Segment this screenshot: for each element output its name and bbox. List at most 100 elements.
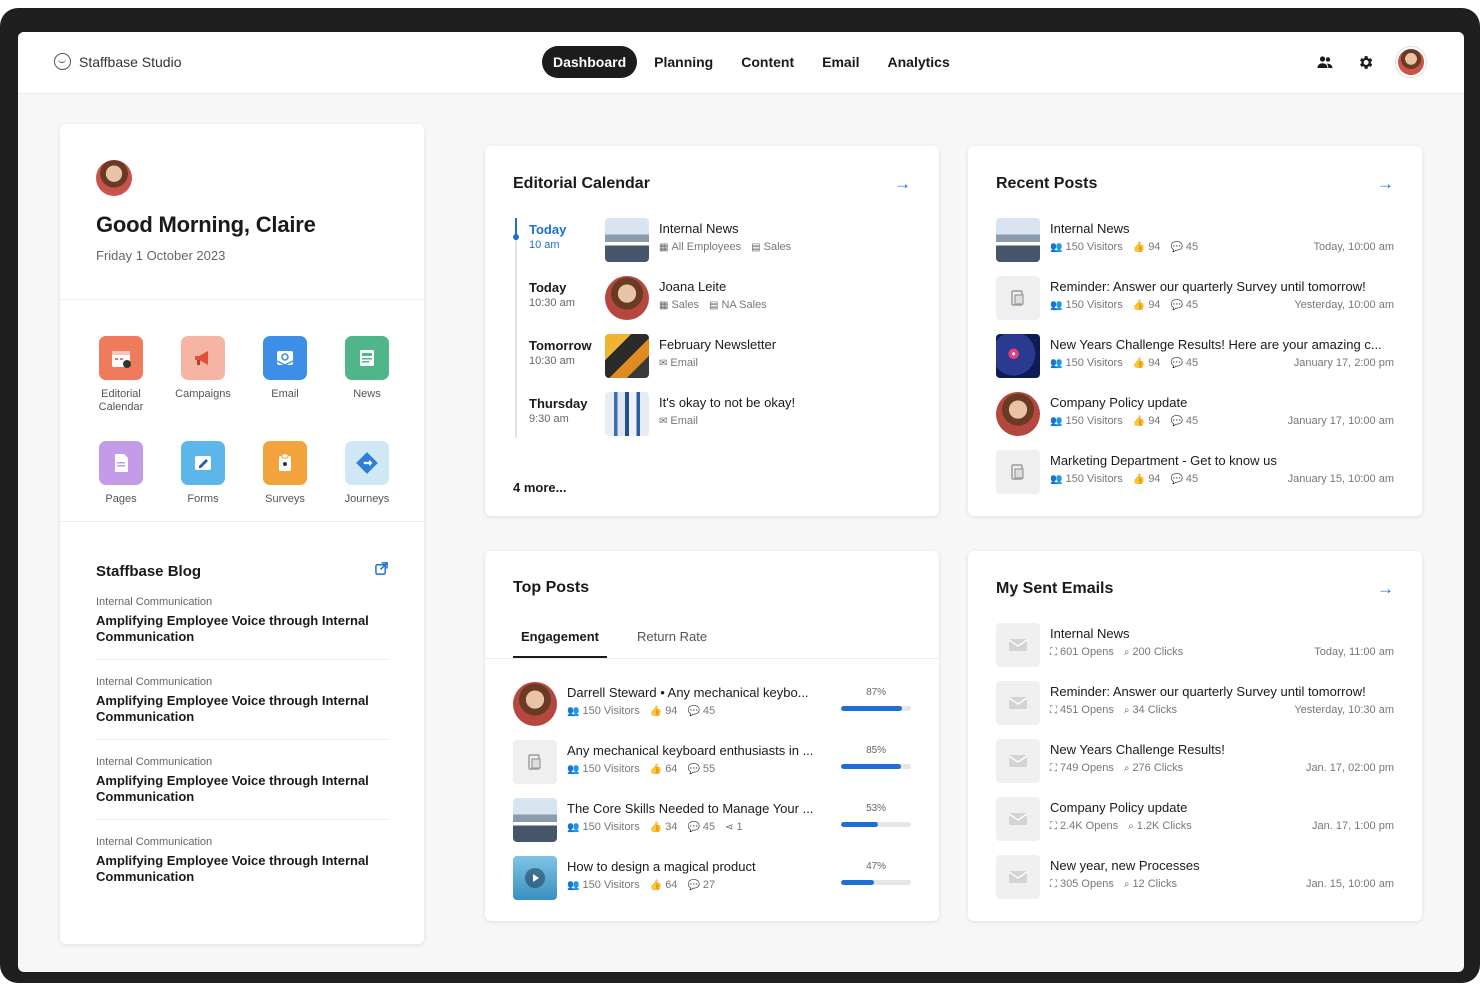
gear-icon[interactable] [1356,53,1374,71]
stat: 💬 45 [1170,299,1198,311]
top-post-item[interactable]: Darrell Steward • Any mechanical keybo..… [513,682,911,740]
recent-post-item[interactable]: Company Policy update 👥 150 Visitors 👍 94 💬 45… [996,392,1394,450]
sent-email-item[interactable]: Internal News ⛶ 601 Opens ⌕ 200 Clicks Today,… [996,623,1394,681]
main-nav: Dashboard Planning Content Email Analyti… [542,46,961,78]
stat-value: 150 Visitors [1065,415,1123,427]
top-post-item[interactable]: Any mechanical keyboard enthusiasts in .… [513,740,911,798]
more-link[interactable]: 4 more... [513,480,566,495]
stat-value: 94 [1148,415,1161,427]
post-stats: 👥 150 Visitors 👍 94 💬 45 [1050,357,1198,369]
stat-value: 150 Visitors [582,763,640,775]
editorial-item[interactable]: Thursday 9:30 am It's okay to not be oka… [529,392,929,450]
like-icon: 👍 [1132,473,1146,485]
email-stats: ⛶ 601 Opens ⌕ 200 Clicks [1050,646,1183,658]
blog-item[interactable]: Internal Communication Amplifying Employ… [96,820,388,899]
blog-item[interactable]: Internal Communication Amplifying Employ… [96,580,388,660]
user-avatar[interactable] [1396,47,1426,77]
post-thumbnail [513,856,557,900]
post-thumbnail [996,218,1040,262]
tab-return-rate[interactable]: Return Rate [629,627,715,658]
progress-fill [841,764,901,769]
like-icon: 👍 [1132,299,1146,311]
tab-engagement[interactable]: Engagement [513,627,608,658]
app-news[interactable]: News [326,336,408,429]
like-icon: 👍 [1132,241,1146,253]
top-post-item[interactable]: How to design a magical product 👥 150 Visi… [513,856,911,914]
progress-fill [841,822,879,827]
post-stats: 👥 150 Visitors 👍 94 💬 45 [1050,473,1198,485]
sent-email-item[interactable]: New year, new Processes ⛶ 305 Opens ⌕ 12 Cli… [996,855,1394,913]
recent-posts-card: Recent Posts → Internal News 👥 150 Visitor… [968,146,1422,516]
app-forms[interactable]: Forms [162,441,244,521]
recent-posts-list: Internal News 👥 150 Visitors 👍 94 💬 45 Today, 1… [996,218,1394,508]
stat: 👍 64 [650,763,678,775]
stat-value: 150 Visitors [1065,357,1123,369]
engagement-meter: 87% [841,682,911,711]
editorial-item[interactable]: Today 10:30 am Joana Leite ▦ Sales ▤ NA Sa… [529,276,929,334]
email-meta: ⛶ 601 Opens ⌕ 200 Clicks Today, 11:00 am [1050,646,1394,658]
stat-value: 150 Visitors [582,879,640,891]
app-surveys[interactable]: Surveys [244,441,326,521]
stat: 👍 94 [1133,241,1161,253]
clicks-icon: ⌕ [1123,878,1130,890]
brand[interactable]: Staffbase Studio [54,53,181,70]
sent-email-item[interactable]: Reminder: Answer our quarterly Survey un… [996,681,1394,739]
comment-icon: 💬 [1170,241,1183,253]
blog-item[interactable]: Internal Communication Amplifying Employ… [96,660,388,740]
recent-post-item[interactable]: Internal News 👥 150 Visitors 👍 94 💬 45 Today, 1… [996,218,1394,276]
nav-tab-analytics[interactable]: Analytics [877,46,961,78]
post-info: Any mechanical keyboard enthusiasts in .… [567,740,821,775]
engagement-percent: 53% [866,803,887,814]
sent-email-item[interactable]: New Years Challenge Results! ⛶ 749 Opens ⌕ 2… [996,739,1394,797]
blog-item[interactable]: Internal Communication Amplifying Employ… [96,740,388,820]
stat-value: 55 [702,763,716,775]
editorial-item-title: It's okay to not be okay! [659,395,796,410]
editorial-item-title: February Newsletter [659,337,777,352]
app-label: Email [271,388,299,400]
recent-post-item[interactable]: New Years Challenge Results! Here are yo… [996,334,1394,392]
sent-email-item[interactable]: Company Policy update ⛶ 2.4K Opens ⌕ 1.2K Cl… [996,797,1394,855]
nav-tab-email[interactable]: Email [811,46,870,78]
post-stats: 👥 150 Visitors 👍 94 💬 45 [567,705,821,717]
stat-value: 45 [1185,357,1199,369]
arrow-right-icon[interactable]: → [894,174,911,194]
stat-value: 749 Opens [1060,762,1114,774]
nav-tab-dashboard[interactable]: Dashboard [542,46,638,78]
app-editorial-calendar[interactable]: Editorial Calendar [80,336,162,429]
stat-value: 34 [665,821,678,833]
stat: ⛶ 305 Opens [1050,878,1114,890]
app-journeys[interactable]: Journeys [326,441,408,521]
stat: 👥 150 Visitors [1050,415,1123,427]
tabs-divider [485,658,939,659]
app-label: Journeys [344,493,390,505]
editorial-item[interactable]: Today 10 am Internal News ▦ All Employees… [529,218,929,276]
external-link-icon[interactable] [375,562,388,580]
app-email[interactable]: Email [244,336,326,429]
recent-post-item[interactable]: Marketing Department - Get to know us 👥 15… [996,450,1394,508]
recent-post-item[interactable]: Reminder: Answer our quarterly Survey un… [996,276,1394,334]
arrow-right-icon[interactable]: → [1377,174,1394,194]
top-right-actions [1316,47,1426,77]
audience-icon: ▦ [659,299,669,311]
stat: 💬 45 [687,705,715,717]
progress-track [841,706,911,711]
stat: ⌕ 200 Clicks [1124,646,1183,658]
top-post-item[interactable]: The Core Skills Needed to Manage Your ..… [513,798,911,856]
app-pages[interactable]: Pages [80,441,162,521]
welcome-panel: Good Morning, Claire Friday 1 October 20… [60,124,424,944]
channel-icon: ▤ [751,241,761,253]
users-icon[interactable] [1316,53,1334,71]
stat: 👥 150 Visitors [567,821,640,833]
post-thumbnail [605,218,649,262]
arrow-right-icon[interactable]: → [1377,579,1394,599]
clicks-icon: ⌕ [1128,820,1134,832]
channel-icon: ▤ [708,299,719,311]
email-title: Internal News [1050,626,1130,641]
stat: 💬 45 [1170,241,1198,253]
app-campaigns[interactable]: Campaigns [162,336,244,429]
editorial-item[interactable]: Tomorrow 10:30 am February Newsletter ✉ E… [529,334,929,392]
nav-tab-planning[interactable]: Planning [643,46,724,78]
sent-emails-card: My Sent Emails → Internal News ⛶ 601 Opens… [968,551,1422,921]
visitors-icon: 👥 [1050,473,1063,485]
nav-tab-content[interactable]: Content [730,46,805,78]
